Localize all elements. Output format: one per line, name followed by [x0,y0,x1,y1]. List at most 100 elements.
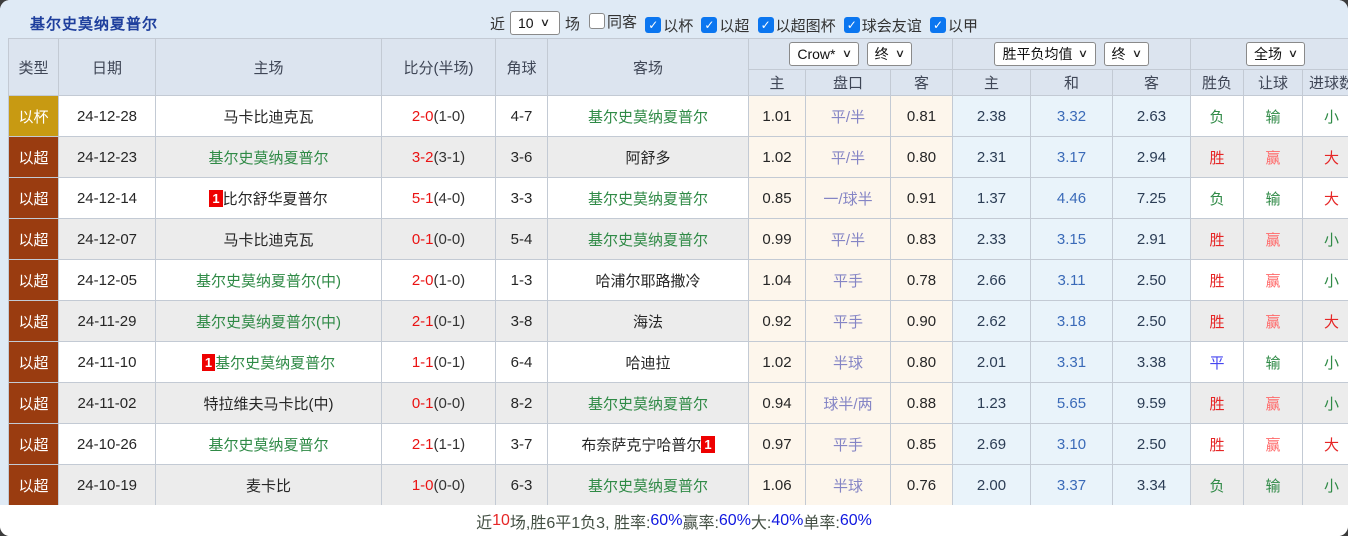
odds-state-select[interactable]: 终 ∨ [866,42,912,66]
home-team-name: 基尔史莫纳夏普尔 [208,149,329,167]
cell-corners: 3-8 [495,300,548,342]
table-group-header-row: 类型 日期 主场 比分(半场) 角球 客场 Crow* ∨ 终 ∨ 胜平负均值 … [8,38,1348,96]
cell-handicap-result: 赢 [1243,218,1304,260]
cell-away-team[interactable]: 基尔史莫纳夏普尔 [547,95,749,137]
league-filter[interactable]: ✓ 以杯 [645,15,693,36]
match-type-badge: 以超 [8,382,59,424]
cell-home-team[interactable]: 特拉维夫马卡比(中) [155,382,382,424]
cell-avg-win: 2.01 [952,341,1032,383]
bookmaker-select[interactable]: Crow* ∨ [789,42,859,66]
summary-segment: 60% [718,511,751,529]
cell-home-team[interactable]: 马卡比迪克瓦 [155,95,382,137]
home-team-name: 基尔史莫纳夏普尔(中) [196,272,341,290]
cell-score: 2-1(0-1) [381,300,496,342]
cell-score: 1-0(0-0) [381,464,496,506]
cell-away-team[interactable]: 海法 [547,300,749,342]
col-header-goals: 进球数 [1302,69,1348,96]
checkbox-icon[interactable]: ✓ [757,17,774,33]
avg-type-select[interactable]: 胜平负均值 ∨ [994,42,1096,66]
fulltime-score: 0-1 [411,230,434,248]
checkbox-icon[interactable]: ✓ [701,17,718,33]
cell-result: 胜 [1190,300,1245,342]
cell-home-team[interactable]: 基尔史莫纳夏普尔 [155,423,382,465]
cell-away-team[interactable]: 基尔史莫纳夏普尔 [547,464,749,506]
cell-home-team[interactable]: 基尔史莫纳夏普尔(中) [155,300,382,342]
league-filter[interactable]: ✓ 以超图杯 [757,15,836,36]
cell-avg-win: 2.69 [952,423,1032,465]
cell-avg-draw: 3.10 [1030,423,1114,465]
cell-handicap-line: 平手 [805,259,891,301]
cell-away-team[interactable]: 基尔史莫纳夏普尔 [547,382,749,424]
cell-odds-home: 0.94 [748,382,806,424]
checkbox-icon[interactable]: ✓ [843,17,860,33]
home-team-name: 马卡比迪克瓦 [223,231,314,249]
cell-away-team[interactable]: 布奈萨克宁哈普尔 1 [547,423,749,465]
cell-avg-win: 1.23 [952,382,1032,424]
match-type-badge: 以超 [8,218,59,260]
odds-group-header: Crow* ∨ 终 ∨ [747,38,954,70]
cell-date: 24-10-26 [58,423,156,465]
fulltime-score: 5-1 [411,189,434,207]
home-team-name: 基尔史莫纳夏普尔(中) [196,313,341,331]
cell-corners: 6-4 [495,341,548,383]
cell-corners: 4-7 [495,95,548,137]
away-team-name: 布奈萨克宁哈普尔 [581,436,702,454]
cell-home-team[interactable]: 马卡比迪克瓦 [155,218,382,260]
cell-avg-lose: 7.25 [1112,177,1192,219]
chevron-down-icon: ∨ [841,48,852,60]
avg-state-select[interactable]: 终 ∨ [1103,42,1149,66]
summary-segment: 赢率: [682,514,719,532]
cell-odds-away: 0.80 [889,341,954,383]
checkbox-icon[interactable]: ✓ [645,17,662,33]
league-filter[interactable]: ✓ 以甲 [929,15,978,36]
cell-avg-lose: 2.50 [1112,259,1192,301]
cell-corners: 6-3 [495,464,548,506]
cell-home-team[interactable]: 麦卡比 [155,464,382,506]
match-type-badge: 以超 [8,341,59,383]
cell-away-team[interactable]: 基尔史莫纳夏普尔 [547,177,749,219]
cell-home-team[interactable]: 基尔史莫纳夏普尔 [155,136,382,178]
away-team-name: 基尔史莫纳夏普尔 [587,477,708,495]
cell-date: 24-12-05 [58,259,156,301]
recent-count-select[interactable]: 10 ∨ [510,11,561,35]
cell-away-team[interactable]: 基尔史莫纳夏普尔 [547,218,749,260]
cell-avg-win: 2.31 [952,136,1032,178]
cell-score: 2-1(1-1) [381,423,496,465]
cell-score: 0-1(0-0) [381,382,496,424]
league-filter[interactable]: 同客 [589,11,637,32]
checkbox-icon[interactable]: ✓ [929,17,946,33]
table-row: 以超 24-10-19 麦卡比 1-0(0-0) 6-3 基尔史莫纳夏普尔 1.… [8,464,1348,506]
match-type-badge: 以杯 [8,95,59,137]
cell-handicap-line: 半球 [805,341,891,383]
cell-result: 胜 [1190,218,1245,260]
cell-score: 2-0(1-0) [381,259,496,301]
cell-home-team[interactable]: 1 比尔舒华夏普尔 [155,177,382,219]
cell-avg-win: 2.38 [952,95,1032,137]
cell-goals-result: 大 [1302,136,1348,178]
col-header-result: 胜负 [1190,69,1245,96]
cell-away-team[interactable]: 阿舒多 [547,136,749,178]
page-title: 基尔史莫纳夏普尔 [30,15,159,33]
league-filter[interactable]: ✓ 球会友谊 [843,15,922,36]
cell-score: 5-1(4-0) [381,177,496,219]
league-filter[interactable]: ✓ 以超 [701,15,749,36]
cell-avg-win: 2.00 [952,464,1032,506]
period-select[interactable]: 全场 ∨ [1246,42,1306,66]
fulltime-score: 2-0 [411,271,434,289]
home-team-name: 基尔史莫纳夏普尔 [215,354,336,372]
cell-date: 24-11-10 [58,341,156,383]
cell-home-team[interactable]: 1 基尔史莫纳夏普尔 [155,341,382,383]
away-team-name: 哈迪拉 [625,354,671,372]
away-team-name: 基尔史莫纳夏普尔 [587,190,708,208]
cell-odds-away: 0.76 [889,464,954,506]
cell-result: 胜 [1190,423,1245,465]
cell-away-team[interactable]: 哈浦尔耶路撒冷 [547,259,749,301]
cell-away-team[interactable]: 哈迪拉 [547,341,749,383]
checkbox-icon[interactable] [589,13,606,29]
cell-handicap-result: 赢 [1243,382,1304,424]
cell-avg-draw: 4.46 [1030,177,1114,219]
cell-home-team[interactable]: 基尔史莫纳夏普尔(中) [155,259,382,301]
summary-segment: 60% [839,511,872,529]
away-team-name: 海法 [632,313,663,331]
cell-handicap-line: 球半/两 [805,382,891,424]
